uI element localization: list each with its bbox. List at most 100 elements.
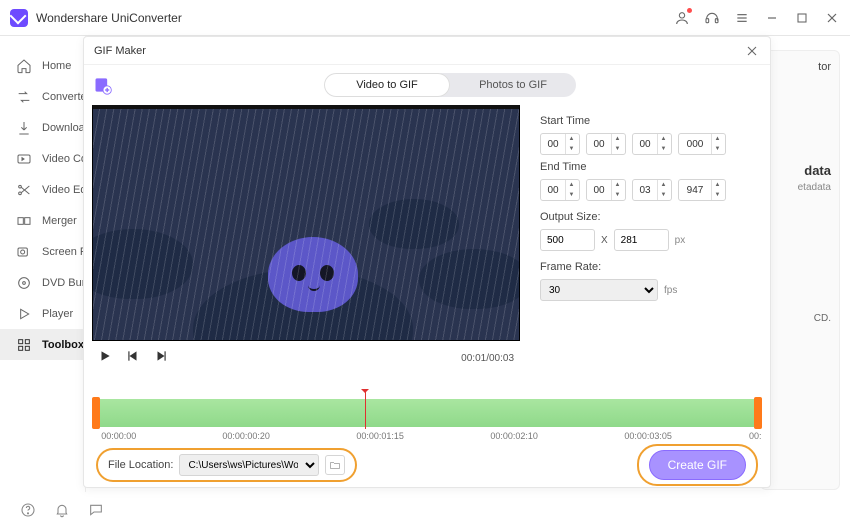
start-mm-input[interactable] [587,138,611,151]
next-frame-button[interactable] [154,349,168,368]
size-x: X [601,235,608,246]
compress-icon [16,151,32,167]
mode-segmented-control: Video to GIF Photos to GIF [324,73,576,97]
start-hh-stepper[interactable]: ▲▼ [540,133,580,155]
account-icon[interactable] [674,10,690,26]
end-ms-input[interactable] [679,184,711,197]
sidebar-item-player[interactable]: Player [0,298,85,329]
tick-label: 00:00:03:05 [624,431,672,441]
convert-icon [16,89,32,105]
sidebar-item-converter[interactable]: Converter [0,81,85,112]
output-size-label: Output Size: [540,211,762,223]
frame-rate-select[interactable]: 30 [540,279,658,301]
tick-label: 00:00:00 [101,431,136,441]
timeline[interactable]: 00:00:00 00:00:00:20 00:00:01:15 00:00:0… [92,395,762,443]
start-ms-input[interactable] [679,138,711,151]
create-gif-group: Create GIF [637,444,758,486]
sidebar-item-label: Merger [42,215,77,227]
end-mm-stepper[interactable]: ▲▼ [586,179,626,201]
output-width-input[interactable] [540,229,595,251]
sidebar-item-label: Screen Recorder [42,246,85,258]
background-panel: tor data etadata CD. [760,50,840,490]
play-button[interactable] [98,349,112,368]
modal-toolbar: Video to GIF Photos to GIF [84,65,770,105]
sidebar-item-editor[interactable]: Video Editor [0,174,85,205]
video-preview[interactable] [92,105,520,341]
properties-panel: Start Time ▲▼ ▲▼ ▲▼ ▲▼ End Time ▲▼ ▲▼ ▲▼… [540,105,762,395]
end-mm-input[interactable] [587,184,611,197]
tick-label: 00: [749,431,762,441]
end-hh-stepper[interactable]: ▲▼ [540,179,580,201]
maximize-button[interactable] [794,10,810,26]
title-bar: Wondershare UniConverter [0,0,850,36]
minimize-button[interactable] [764,10,780,26]
player-time: 00:01/00:03 [461,353,514,364]
frame-rate-label: Frame Rate: [540,261,762,273]
start-ss-input[interactable] [633,138,657,151]
bell-icon[interactable] [54,502,70,518]
trim-handle-left[interactable] [92,397,100,429]
modal-header: GIF Maker [84,37,770,65]
player-controls: 00:01/00:03 [92,341,520,375]
close-button[interactable] [824,10,840,26]
sidebar-item-home[interactable]: Home [0,50,85,81]
sidebar-item-compressor[interactable]: Video Compressor [0,143,85,174]
output-height-input[interactable] [614,229,669,251]
playhead[interactable] [365,391,366,429]
tick-label: 00:00:02:10 [490,431,538,441]
tab-video-to-gif[interactable]: Video to GIF [324,73,450,97]
menu-icon[interactable] [734,10,750,26]
app-logo [10,9,28,27]
bg-metadata-sub: etadata [769,182,831,193]
bg-metadata-title: data [769,163,831,178]
modal-title: GIF Maker [94,45,744,57]
tab-photos-to-gif[interactable]: Photos to GIF [450,73,576,97]
end-hh-input[interactable] [541,184,565,197]
start-ms-stepper[interactable]: ▲▼ [678,133,726,155]
sidebar-item-label: Home [42,60,71,72]
file-location-select[interactable]: C:\Users\ws\Pictures\Wonders [179,454,319,476]
scissors-icon [16,182,32,198]
app-title: Wondershare UniConverter [36,11,674,25]
end-ss-stepper[interactable]: ▲▼ [632,179,672,201]
download-icon [16,120,32,136]
size-unit: px [675,235,686,246]
sidebar-item-toolbox[interactable]: Toolbox [0,329,85,360]
create-gif-button[interactable]: Create GIF [649,450,746,480]
add-file-button[interactable] [92,74,114,96]
sidebar-item-label: Player [42,308,73,320]
timeline-track[interactable] [92,399,762,427]
gif-maker-modal: GIF Maker Video to GIF Photos to GIF [83,36,771,488]
tick-label: 00:00:01:15 [356,431,404,441]
start-ss-stepper[interactable]: ▲▼ [632,133,672,155]
help-icon[interactable] [20,502,36,518]
sidebar-item-merger[interactable]: Merger [0,205,85,236]
close-icon[interactable] [744,43,760,59]
bg-text-tor: tor [769,61,831,73]
sidebar-item-label: Video Compressor [42,153,85,165]
sidebar-item-recorder[interactable]: Screen Recorder [0,236,85,267]
start-hh-input[interactable] [541,138,565,151]
disc-icon [16,275,32,291]
sidebar-item-downloader[interactable]: Downloader [0,112,85,143]
bg-cd-text: CD. [769,313,831,324]
merge-icon [16,213,32,229]
sidebar-item-label: DVD Burner [42,277,85,289]
end-ss-input[interactable] [633,184,657,197]
headset-icon[interactable] [704,10,720,26]
prev-frame-button[interactable] [126,349,140,368]
sidebar-item-label: Video Editor [42,184,85,196]
tick-label: 00:00:00:20 [222,431,270,441]
end-ms-stepper[interactable]: ▲▼ [678,179,726,201]
start-mm-stepper[interactable]: ▲▼ [586,133,626,155]
open-folder-button[interactable] [325,455,345,475]
trim-handle-right[interactable] [754,397,762,429]
start-time-label: Start Time [540,115,762,127]
grid-icon [16,337,32,353]
record-icon [16,244,32,260]
feedback-icon[interactable] [88,502,104,518]
modal-footer: File Location: C:\Users\ws\Pictures\Wond… [84,443,770,487]
sidebar-item-dvd[interactable]: DVD Burner [0,267,85,298]
status-bar [0,492,124,528]
video-area: 00:01/00:03 [92,105,520,395]
